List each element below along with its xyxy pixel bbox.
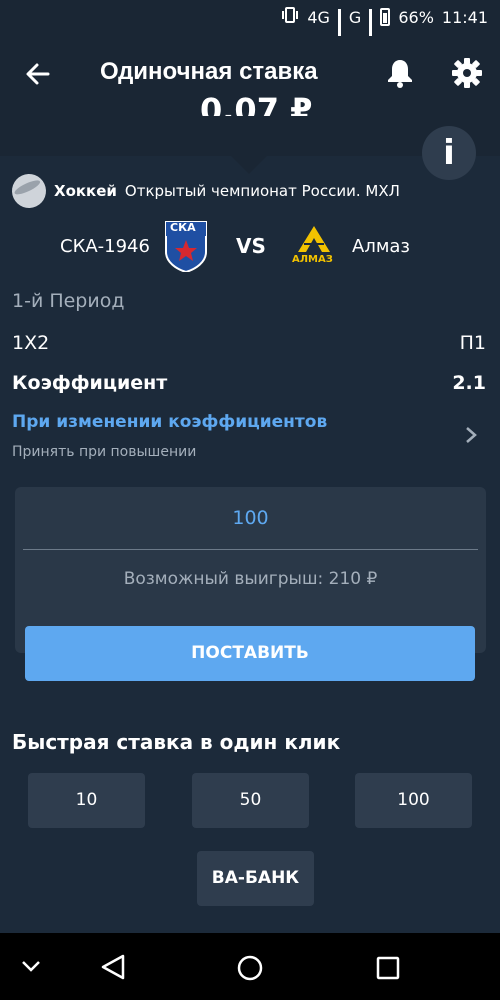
stake-amount-input[interactable]: 100 [15,507,486,529]
divider [23,549,478,550]
market-label: 1X2 [12,332,50,354]
outcome-label: П1 [459,332,486,354]
possible-win: Возможный выигрыш: 210 ₽ [123,569,378,589]
info-button[interactable]: i [422,126,476,180]
team2-logo: АЛМАЗ [290,224,338,268]
home-circle-icon[interactable] [236,954,264,982]
quick-bet-10-button[interactable]: 10 [28,773,145,828]
chevron-right-icon [466,427,477,443]
battery-percent: 66% [398,7,434,27]
sport-name: Хоккей [54,182,117,200]
league-name: Открытый чемпионат России. МХЛ [124,182,400,200]
odds-change-setting[interactable]: При изменении коэффициентов Принять при … [0,408,500,466]
quick-bet-title: Быстрая ставка в один клик [12,730,341,754]
arrow-left-icon [26,63,50,85]
odds-change-title: При изменении коэффициентов [12,412,328,432]
vibrate-icon [281,6,299,28]
odds-change-value: Принять при повышении [12,444,197,460]
chevron-down-icon[interactable] [20,959,42,973]
signal-icon [337,9,341,52]
network2-label: G [348,7,362,27]
notifications-button[interactable] [386,58,414,88]
quick-bet-100-button[interactable]: 100 [355,773,472,828]
team1-name: СКА-1946 [60,236,150,257]
back-triangle-icon[interactable] [100,953,126,981]
team1-logo: СКА [164,220,208,274]
clock: 11:41 [441,7,488,27]
status-bar: 4G G 66% 11:41 [0,0,500,52]
all-in-button[interactable]: ВА-БАНК [197,851,314,906]
battery-icon [380,8,391,26]
event-info: Хоккей Открытый чемпионат России. МХЛ [6,168,400,214]
status-icons: 4G G 66% 11:41 [281,6,488,52]
system-nav-bar [0,933,500,1000]
coefficient-label: Коэффициент [12,372,168,394]
page-title: Одиночная ставка [100,58,318,85]
gear-icon [452,58,482,88]
balance-amount: 0.07 ₽ [200,94,313,116]
quick-bet-50-button[interactable]: 50 [192,773,309,828]
coefficient-value: 2.1 [452,372,486,394]
recents-square-icon[interactable] [375,955,401,981]
team2-name: Алмаз [352,236,410,257]
header-notch [231,156,267,174]
period-label: 1-й Период [12,290,125,312]
back-button[interactable] [22,58,54,90]
place-bet-button[interactable]: ПОСТАВИТЬ [25,626,475,681]
settings-button[interactable] [452,58,482,88]
teams-row: СКА-1946 СКА VS АЛМАЗ Алмаз [0,220,500,276]
signal2-icon [369,9,373,52]
team1-logo-text: СКА [170,221,196,234]
team2-logo-text: АЛМАЗ [292,254,333,265]
vs-label: VS [236,234,266,258]
bell-icon [388,60,412,88]
network-label: 4G [307,7,330,27]
hockey-puck-icon [6,168,52,214]
